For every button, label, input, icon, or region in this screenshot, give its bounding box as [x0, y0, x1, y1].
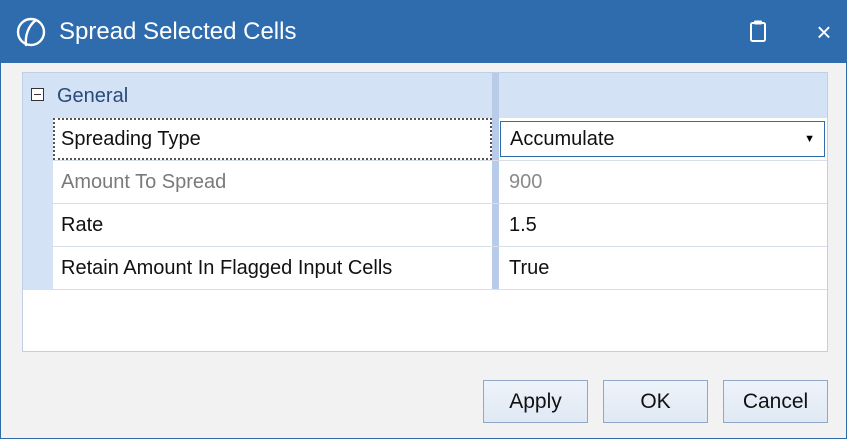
- property-grid: General Spreading Type Accumulate ▼ Amou…: [22, 72, 828, 352]
- spreading-type-dropdown[interactable]: Accumulate ▼: [500, 121, 825, 157]
- ok-button[interactable]: OK: [603, 380, 708, 423]
- column-splitter[interactable]: [492, 204, 499, 246]
- rate-value-field[interactable]: 1.5: [499, 204, 827, 246]
- amount-to-spread-value: 900: [509, 171, 543, 193]
- clipboard-icon[interactable]: [741, 15, 775, 49]
- property-row-retain-amount[interactable]: Retain Amount In Flagged Input Cells Tru…: [53, 247, 827, 290]
- dropdown-arrow-icon[interactable]: ▼: [804, 122, 815, 156]
- property-name[interactable]: Spreading Type: [53, 118, 492, 160]
- dropdown-value: Accumulate: [510, 128, 615, 150]
- property-row-rate[interactable]: Rate 1.5: [53, 204, 827, 247]
- property-group-general: General: [23, 73, 827, 118]
- column-splitter[interactable]: [492, 73, 499, 118]
- property-name[interactable]: Rate: [53, 204, 492, 246]
- spread-selected-cells-dialog: Spread Selected Cells × General Spreadin…: [0, 0, 847, 439]
- ontology-logo-icon: [16, 17, 46, 47]
- collapse-minus-icon[interactable]: [31, 88, 44, 101]
- property-name: Amount To Spread: [61, 171, 227, 193]
- close-button[interactable]: ×: [807, 15, 841, 49]
- property-name[interactable]: Retain Amount In Flagged Input Cells: [53, 247, 492, 289]
- title-bar[interactable]: Spread Selected Cells ×: [1, 1, 846, 63]
- group-label: General: [57, 85, 129, 107]
- column-splitter[interactable]: [492, 118, 499, 160]
- property-row-amount-to-spread: Amount To Spread 900: [53, 161, 827, 204]
- dialog-title: Spread Selected Cells: [59, 18, 297, 45]
- cancel-button[interactable]: Cancel: [723, 380, 828, 423]
- column-splitter[interactable]: [492, 247, 499, 289]
- retain-amount-value-field[interactable]: True: [499, 247, 827, 289]
- property-row-spreading-type[interactable]: Spreading Type Accumulate ▼: [53, 118, 827, 161]
- apply-button[interactable]: Apply: [483, 380, 588, 423]
- column-splitter[interactable]: [492, 161, 499, 203]
